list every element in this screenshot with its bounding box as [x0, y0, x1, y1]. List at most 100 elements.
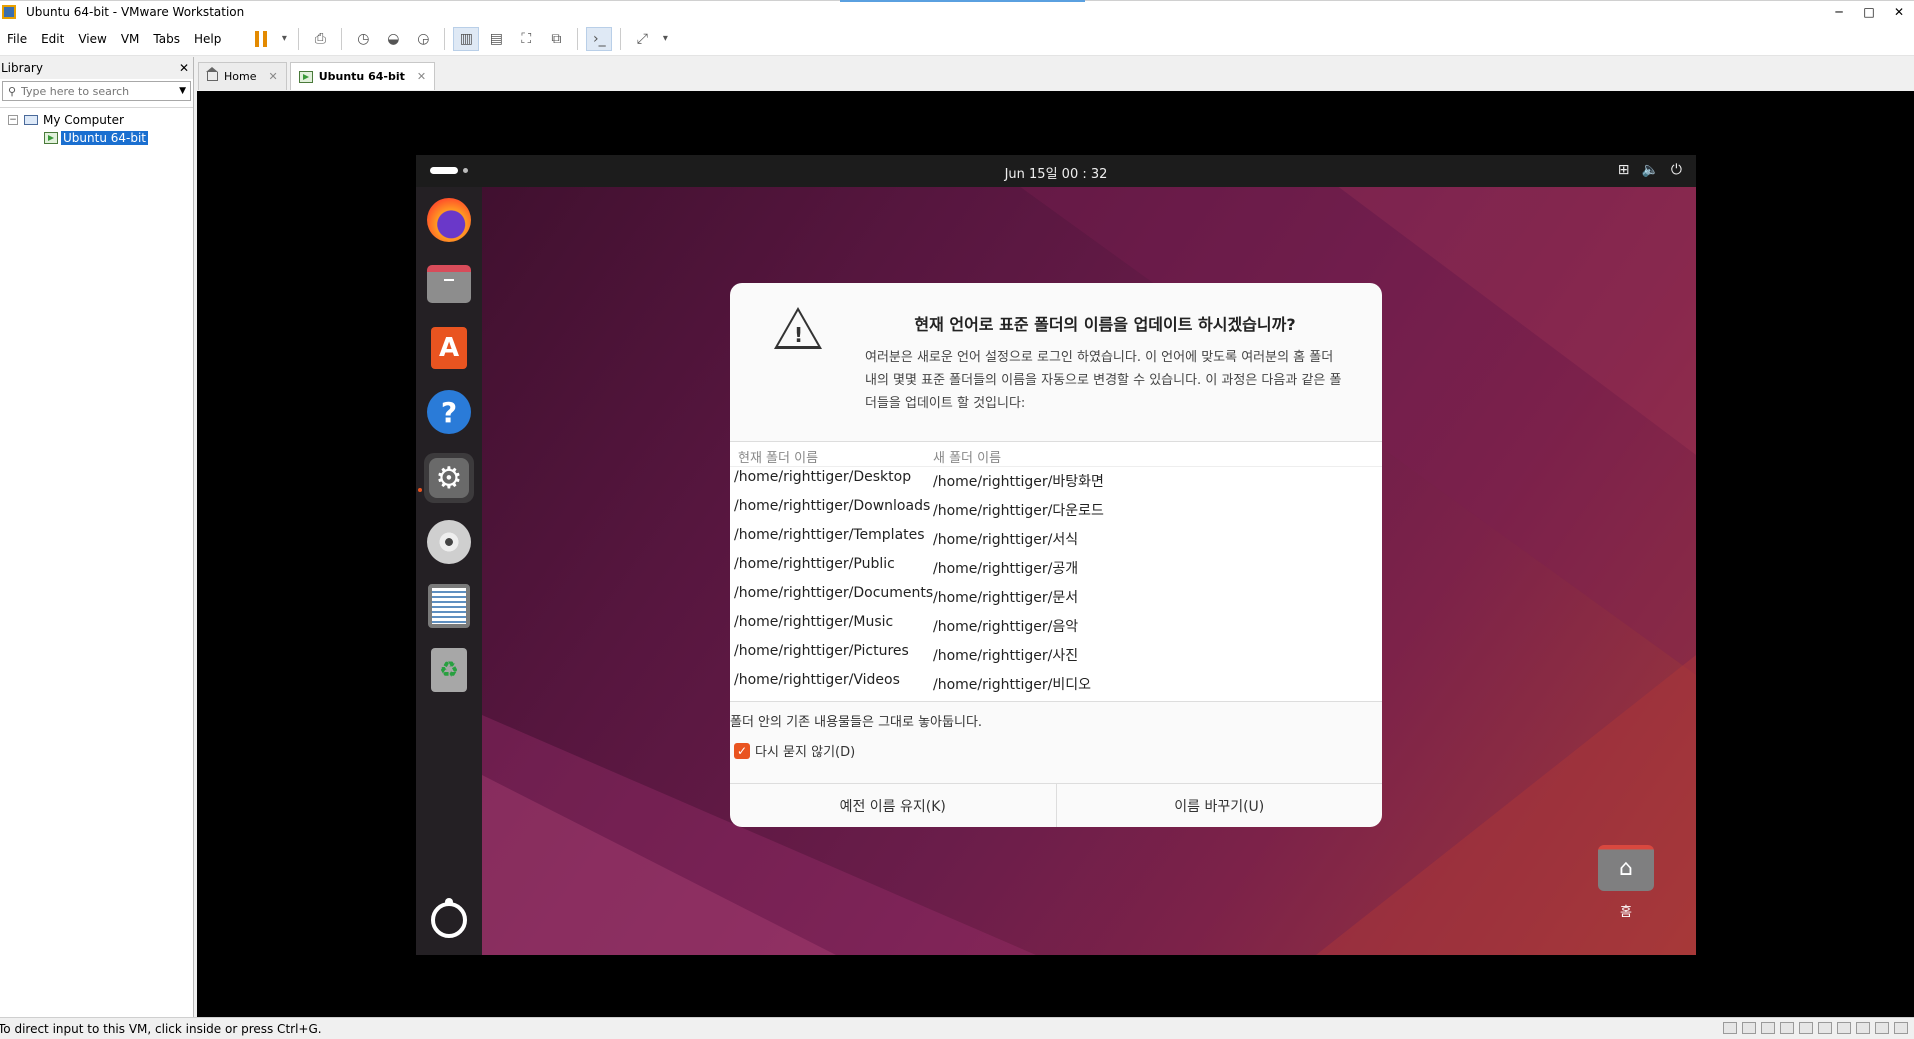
- tab-close-button[interactable]: ✕: [417, 70, 426, 83]
- collapse-toggle[interactable]: −: [8, 115, 18, 125]
- checkbox-label: 다시 묻지 않기(D): [755, 745, 856, 760]
- computer-icon: [24, 115, 38, 125]
- help-icon: ?: [427, 390, 471, 434]
- send-ctrl-alt-del-button[interactable]: ⎙: [307, 27, 333, 51]
- menu-help[interactable]: Help: [187, 32, 228, 46]
- stretch-button[interactable]: ⤢: [629, 27, 655, 51]
- stretch-dropdown[interactable]: ▾: [659, 27, 671, 51]
- maximize-button[interactable]: □: [1854, 1, 1884, 23]
- revert-snapshot-button[interactable]: ◒: [380, 27, 406, 51]
- hard-disk-icon[interactable]: [1723, 1022, 1737, 1034]
- system-tray[interactable]: ⊞ 🔈 ⏻: [1606, 162, 1682, 178]
- table-row: /home/righttiger/Desktop /home/righttige…: [730, 467, 1382, 496]
- menu-view[interactable]: View: [71, 32, 113, 46]
- network-adapter-icon[interactable]: [1799, 1022, 1813, 1034]
- dialog-title: 현재 언어로 표준 폴더의 이름을 업데이트 하시겠습니까?: [914, 315, 1296, 334]
- show-apps-button[interactable]: [424, 895, 474, 945]
- ubuntu-desktop[interactable]: Jun 15일 00 : 32 ⊞ 🔈 ⏻ A ? ⚙ ♻ ⌂ 홈 ! 현재 언…: [416, 155, 1696, 955]
- new-folder: /home/righttiger/공개: [933, 561, 1079, 577]
- dock-trash[interactable]: ♻: [424, 645, 474, 695]
- printer-icon[interactable]: [1856, 1022, 1870, 1034]
- minimize-button[interactable]: ─: [1824, 1, 1854, 23]
- vm-running-icon: [298, 70, 313, 83]
- console-view-button[interactable]: ›_: [586, 26, 613, 51]
- dvd-icon: [427, 520, 471, 564]
- title-accent: [840, 0, 1085, 2]
- current-folder: /home/righttiger/Videos: [734, 672, 900, 688]
- status-message: To direct input to this VM, click inside…: [0, 1021, 322, 1036]
- library-search[interactable]: ⚲ ▼: [2, 81, 191, 101]
- new-folder: /home/righttiger/음악: [933, 619, 1079, 635]
- table-row: /home/righttiger/Documents /home/rightti…: [730, 583, 1382, 612]
- new-folder: /home/righttiger/서식: [933, 532, 1079, 548]
- menu-edit[interactable]: Edit: [34, 32, 71, 46]
- menu-tabs[interactable]: Tabs: [146, 32, 187, 46]
- menu-file[interactable]: File: [0, 32, 34, 46]
- tab-label: Home: [224, 70, 257, 83]
- window-title: Ubuntu 64-bit - VMware Workstation: [26, 4, 245, 19]
- tree-item-ubuntu[interactable]: Ubuntu 64-bit: [0, 129, 193, 147]
- snapshot-button[interactable]: ◷: [350, 27, 376, 51]
- library-search-input[interactable]: [21, 84, 171, 98]
- current-folder: /home/righttiger/Downloads: [734, 498, 931, 514]
- dock-dvd[interactable]: [424, 517, 474, 567]
- files-icon: [427, 265, 471, 303]
- sound-icon[interactable]: [1837, 1022, 1851, 1034]
- folder-table: 현재 폴더 이름 새 폴더 이름 /home/righttiger/Deskto…: [730, 441, 1382, 702]
- pause-button[interactable]: [248, 27, 274, 51]
- tree-item-label: Ubuntu 64-bit: [61, 131, 148, 145]
- library-close-button[interactable]: ✕: [179, 61, 189, 75]
- folder-rename-dialog: ! 현재 언어로 표준 폴더의 이름을 업데이트 하시겠습니까? 여러분은 새로…: [730, 283, 1382, 827]
- dvd-status-icon[interactable]: [1761, 1022, 1775, 1034]
- window-titlebar: Ubuntu 64-bit - VMware Workstation ─ □ ✕: [0, 0, 1914, 22]
- gnome-top-bar: Jun 15일 00 : 32 ⊞ 🔈 ⏻: [416, 155, 1696, 187]
- tab-close-button[interactable]: ✕: [268, 70, 277, 83]
- checkmark-icon[interactable]: ✓: [734, 742, 750, 759]
- keep-old-names-button[interactable]: 예전 이름 유지(K): [730, 784, 1056, 827]
- toolbar: ▾ ⎙ ◷ ◒ ◶ ▥ ▤ ⛶ ⧉ ›_ ⤢ ▾: [246, 26, 673, 51]
- toolbar-separator: [620, 27, 622, 50]
- dock-app-center[interactable]: A: [424, 323, 474, 373]
- full-screen-button[interactable]: ⛶: [513, 27, 539, 51]
- dock-text-editor[interactable]: [424, 581, 474, 631]
- dock-firefox[interactable]: [424, 195, 474, 245]
- unity-button[interactable]: ⧉: [543, 27, 569, 51]
- display-icon[interactable]: [1875, 1022, 1889, 1034]
- dock-help[interactable]: ?: [424, 387, 474, 437]
- desktop-home-folder[interactable]: ⌂ 홈: [1598, 845, 1654, 920]
- tab-ubuntu[interactable]: Ubuntu 64-bit ✕: [289, 62, 436, 90]
- warning-mark: !: [794, 323, 804, 347]
- tree-item-my-computer[interactable]: − My Computer: [0, 111, 193, 129]
- thumbnail-icon: ▤: [489, 30, 503, 47]
- unity-icon: ⧉: [551, 30, 562, 47]
- power-dropdown[interactable]: ▾: [278, 27, 290, 51]
- message-log-icon[interactable]: [1894, 1022, 1908, 1034]
- volume-icon[interactable]: 🔈: [1641, 162, 1658, 178]
- close-window-button[interactable]: ✕: [1884, 1, 1914, 23]
- floppy-icon[interactable]: [1780, 1022, 1794, 1034]
- keyboard-icon: ⎙: [314, 30, 326, 47]
- tab-home[interactable]: Home ✕: [198, 62, 287, 90]
- network-icon[interactable]: ⊞: [1618, 162, 1630, 178]
- show-library-button[interactable]: ▥: [453, 26, 480, 51]
- snapshot-icon: ◷: [357, 30, 370, 47]
- thumbnail-bar-button[interactable]: ▤: [483, 27, 509, 51]
- snapshot-manager-button[interactable]: ◶: [410, 27, 436, 51]
- dock-settings[interactable]: ⚙: [424, 453, 474, 503]
- library-panel: Library ✕ ⚲ ▼ − My Computer Ubuntu 64-bi…: [0, 57, 194, 1017]
- chevron-down-icon[interactable]: ▼: [179, 86, 186, 96]
- dont-ask-again-checkbox[interactable]: ✓ 다시 묻지 않기(D): [734, 741, 855, 760]
- dock-files[interactable]: [424, 259, 474, 309]
- dialog-message: 여러분은 새로운 언어 설정으로 로그인 하였습니다. 이 언어에 맞도록 여러…: [865, 350, 1342, 411]
- clock[interactable]: Jun 15일 00 : 32: [416, 163, 1696, 182]
- update-names-button[interactable]: 이름 바꾸기(U): [1055, 784, 1383, 827]
- library-tree: − My Computer Ubuntu 64-bit: [0, 107, 193, 147]
- table-row: /home/righttiger/Videos /home/righttiger…: [730, 670, 1382, 699]
- menu-vm[interactable]: VM: [114, 32, 147, 46]
- status-bar: To direct input to this VM, click inside…: [0, 1017, 1914, 1039]
- text-editor-icon: [428, 584, 470, 628]
- usb-icon[interactable]: [1818, 1022, 1832, 1034]
- power-icon[interactable]: ⏻: [1671, 162, 1682, 178]
- firefox-icon: [427, 198, 471, 242]
- cd-icon[interactable]: [1742, 1022, 1756, 1034]
